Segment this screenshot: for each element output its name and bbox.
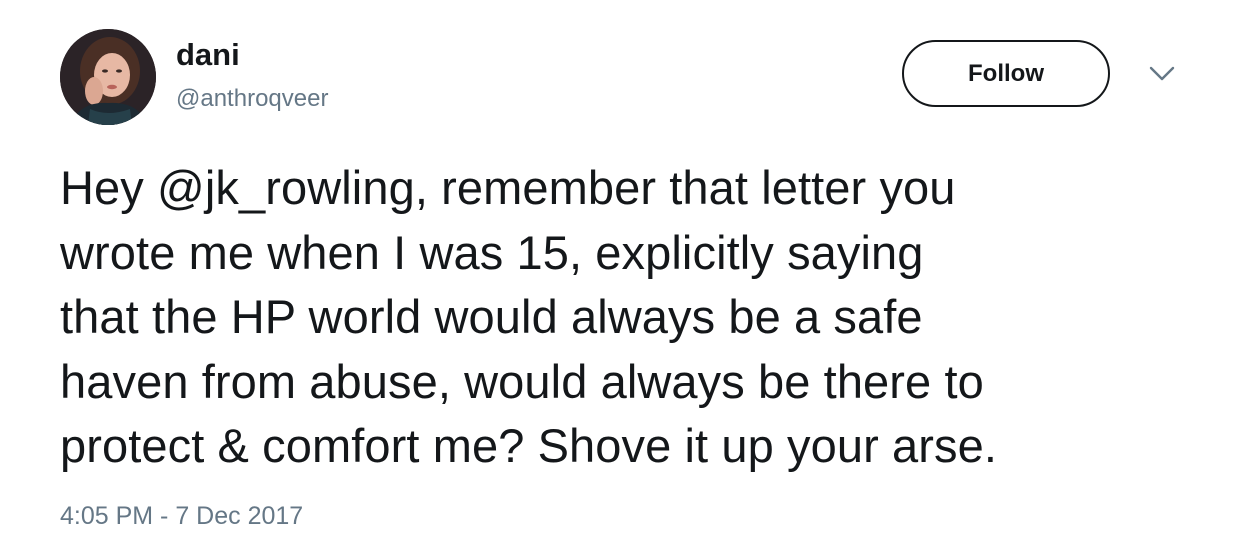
tweet-text: Hey @jk_rowling, remember that letter yo… <box>60 161 997 472</box>
display-name[interactable]: dani <box>176 36 240 74</box>
avatar-image <box>60 29 156 125</box>
avatar[interactable] <box>60 29 156 125</box>
tweet-timestamp[interactable]: 4:05 PM - 7 Dec 2017 <box>60 500 303 532</box>
follow-button-label: Follow <box>968 59 1044 87</box>
chevron-down-icon[interactable] <box>1148 62 1176 84</box>
user-handle[interactable]: @anthroqveer <box>176 84 328 114</box>
follow-button[interactable]: Follow <box>902 40 1110 107</box>
tweet-card: dani @anthroqveer Follow Hey @jk_rowling… <box>0 0 1236 550</box>
